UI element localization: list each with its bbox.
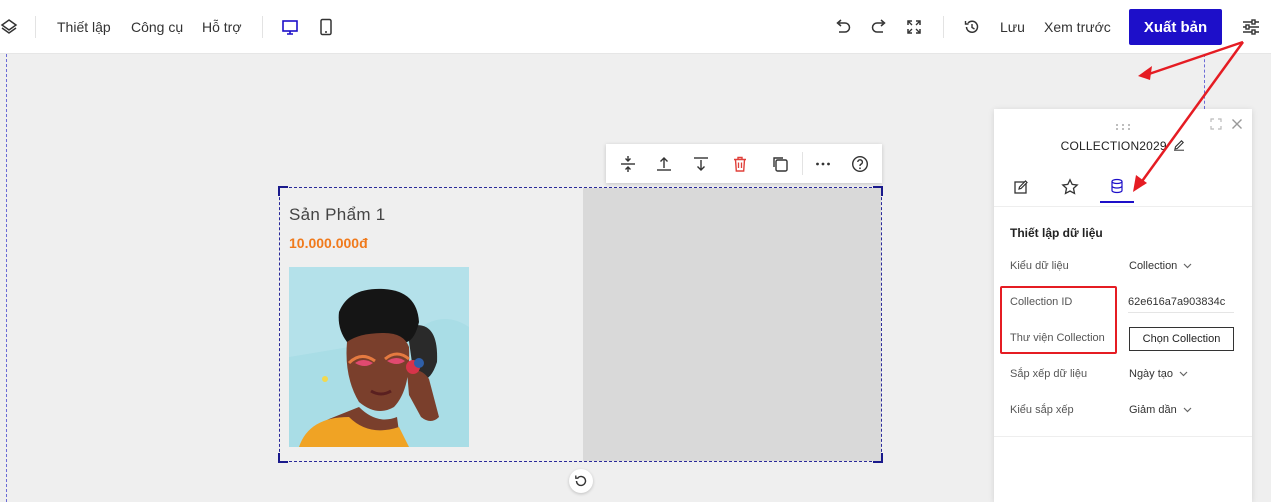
annotation-arrow-line <box>1145 40 1244 77</box>
annotation-arrows <box>1133 40 1245 192</box>
annotation-arrow-line <box>1138 41 1245 185</box>
arrowhead-icon <box>1138 66 1152 80</box>
